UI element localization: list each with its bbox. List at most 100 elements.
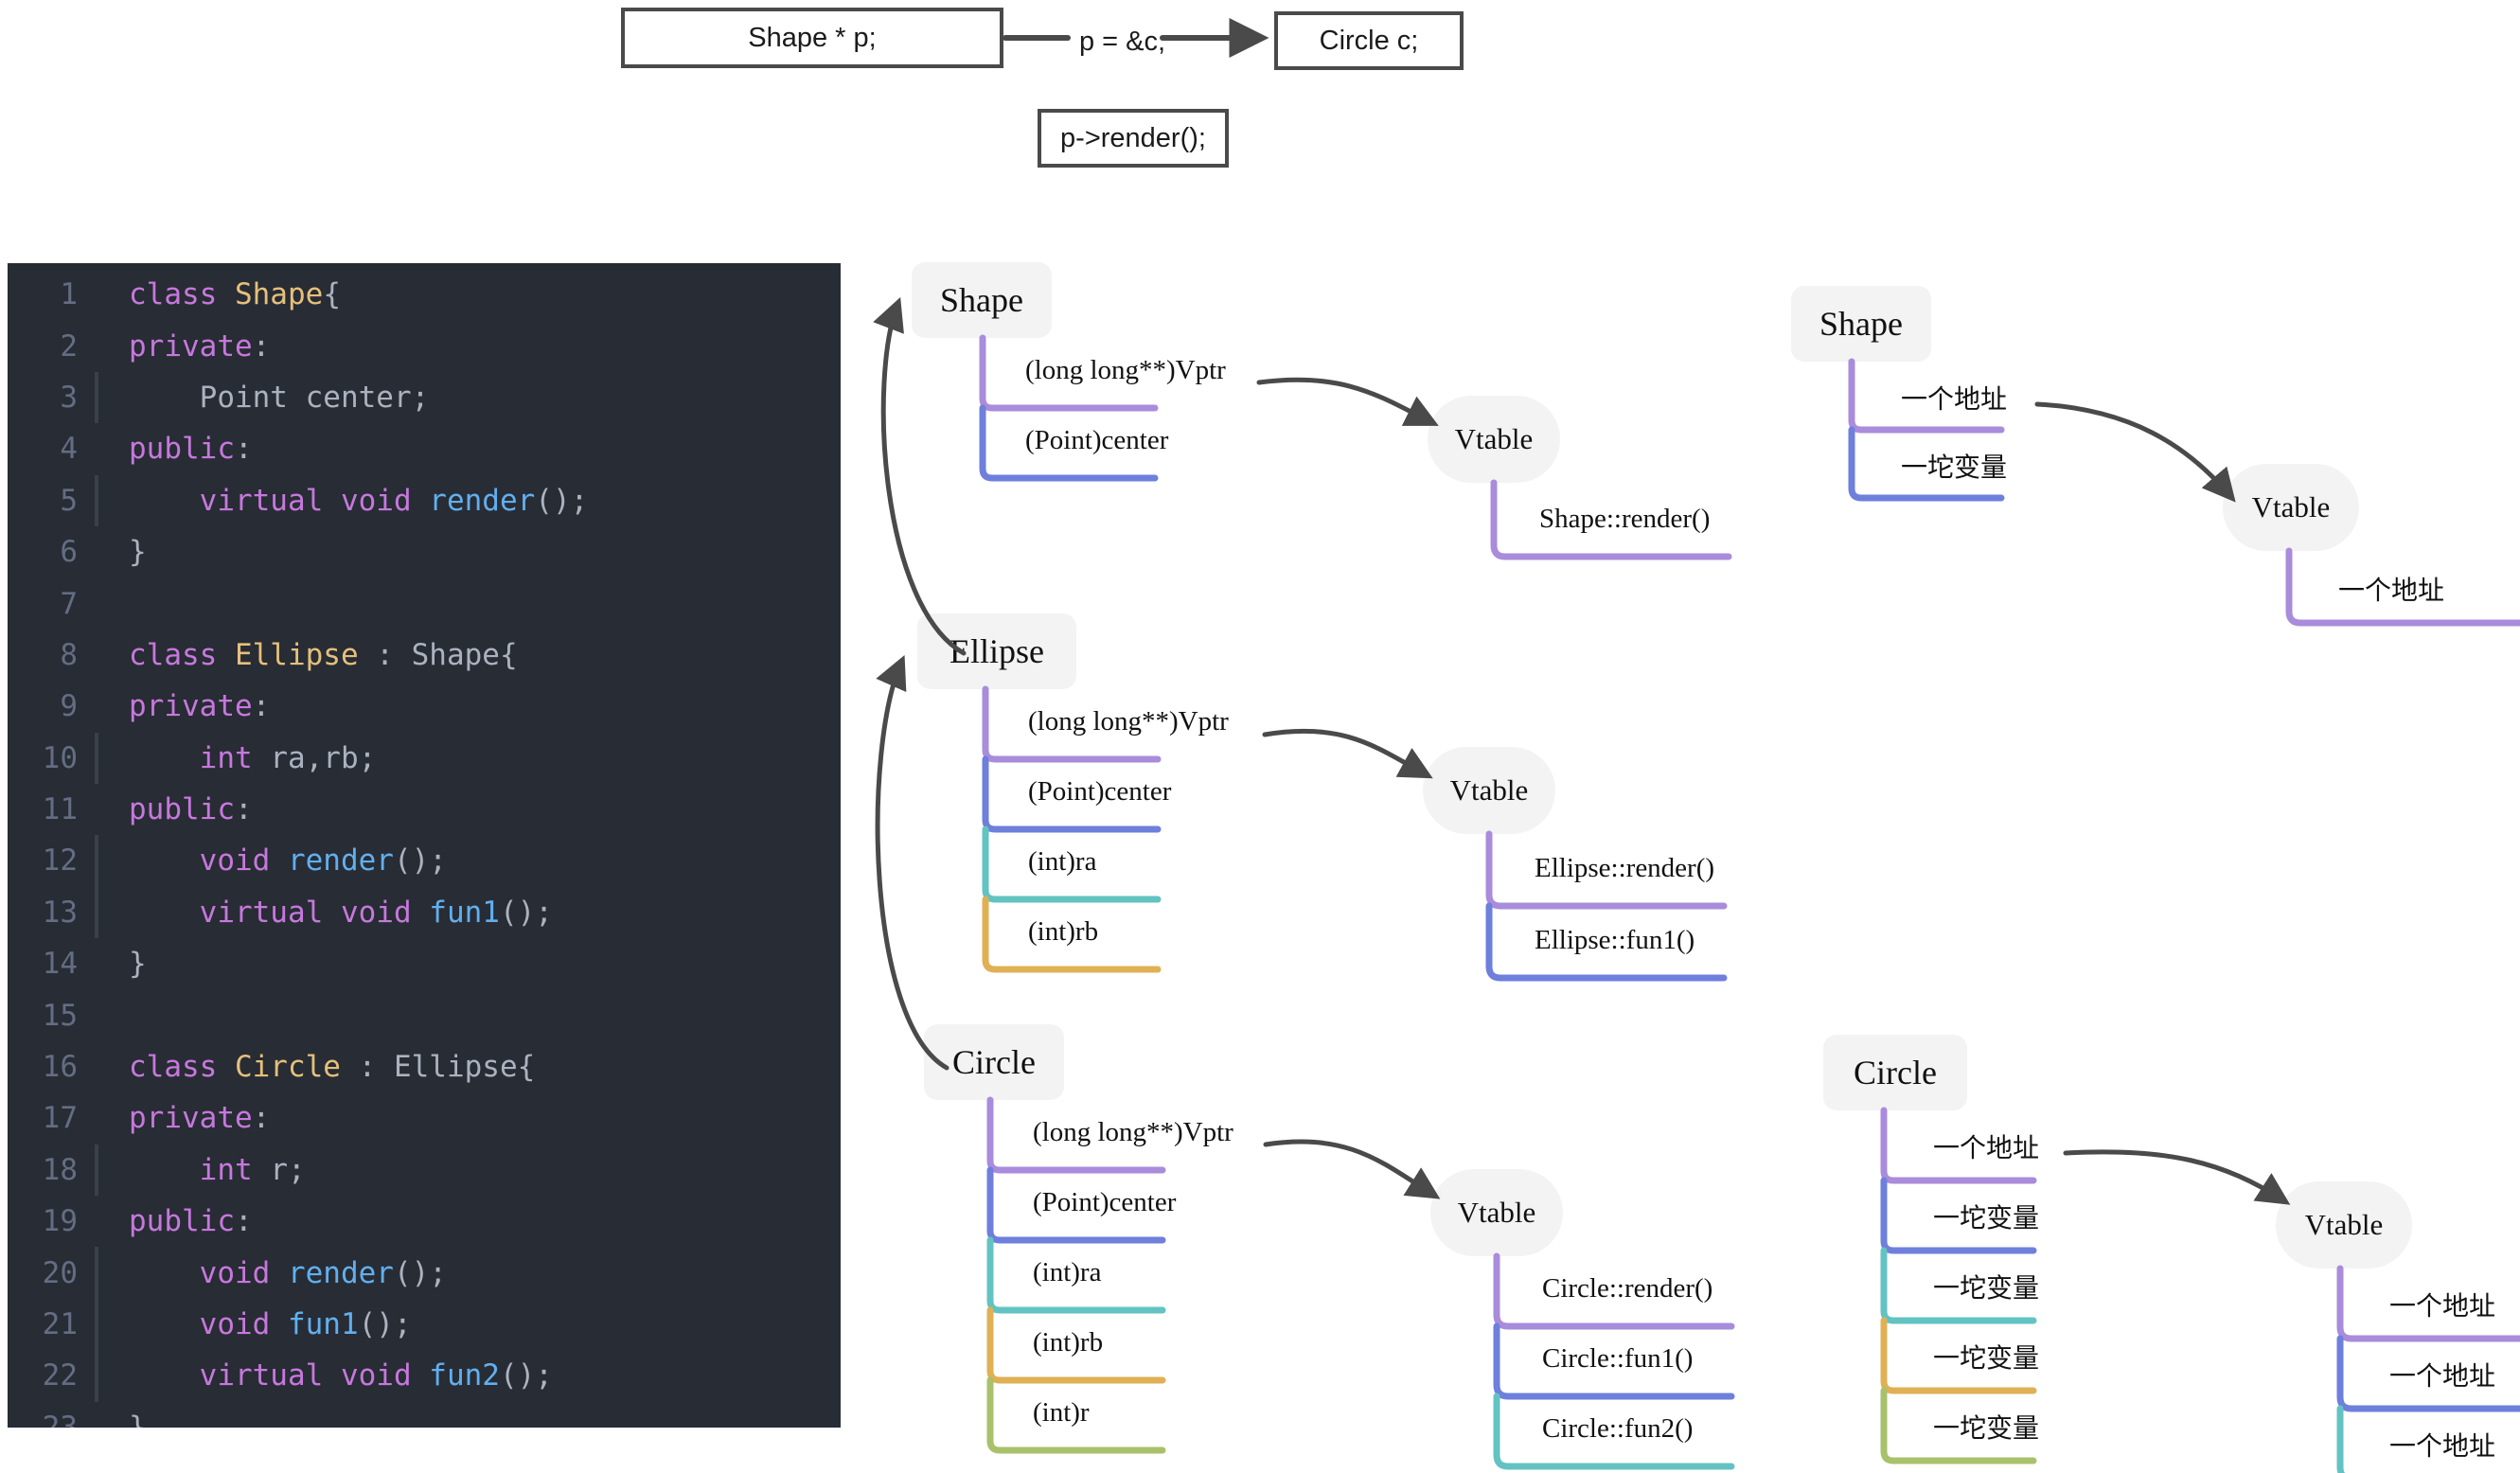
ellipse-mid-field-label-1: (Point)center — [1028, 776, 1172, 807]
node-circle-mid[interactable]: Circle — [924, 1024, 1064, 1100]
circle-mid-vtable-entry-label-1: Circle::fun1() — [1542, 1343, 1694, 1374]
code-line: 9 private: — [8, 681, 841, 732]
code-text: void render(); — [199, 1255, 447, 1290]
code-text: virtual void fun1(); — [199, 895, 553, 930]
vptr-arrow-shape-mid — [1256, 377, 1439, 426]
ellipse-mid-vtable-entry-label-0: Ellipse::render() — [1535, 853, 1715, 883]
circle-right-field-label-4: 一坨变量 — [1933, 1412, 2040, 1444]
line-number: 11 — [42, 792, 78, 827]
code-text: private: — [129, 1101, 271, 1136]
shape-mid-field-label-0: (long long**)Vptr — [1025, 355, 1226, 385]
code-line: 1 class Shape{ — [8, 269, 841, 320]
line-number: 8 — [60, 637, 78, 672]
render-call-label: p->render(); — [1060, 122, 1206, 153]
circle-mid-vtable-entry-label-0: Circle::render() — [1542, 1273, 1713, 1304]
code-text: class Shape{ — [129, 277, 341, 312]
shape-pointer-label: Shape * p; — [748, 22, 877, 53]
line-number: 21 — [42, 1307, 78, 1341]
vptr-arrow-shape-right — [2034, 401, 2236, 503]
circle-right-field-label-1: 一坨变量 — [1933, 1202, 2040, 1233]
code-text: class Ellipse : Shape{ — [129, 637, 518, 672]
line-number: 15 — [42, 998, 78, 1033]
code-text: private: — [129, 328, 271, 364]
line-number: 10 — [42, 740, 78, 775]
shape-pointer-box: Shape * p; — [621, 8, 1003, 68]
code-line: 15 — [8, 989, 841, 1040]
vtable-circle-right[interactable]: Vtable — [2276, 1181, 2412, 1269]
code-line: 16 class Circle : Ellipse{ — [8, 1041, 841, 1092]
node-circle-right-label: Circle — [1854, 1054, 1937, 1091]
code-line: 21 void fun1(); — [8, 1298, 841, 1351]
vtable-ellipse-mid[interactable]: Vtable — [1423, 747, 1555, 834]
code-text: int r; — [199, 1152, 306, 1187]
code-text: public: — [129, 1204, 253, 1239]
code-text: void fun1(); — [199, 1307, 412, 1341]
code-text: } — [129, 1410, 147, 1428]
code-text: int ra,rb; — [199, 740, 377, 775]
node-ellipse-mid[interactable]: Ellipse — [917, 613, 1076, 689]
code-line: 3 Point center; — [8, 371, 841, 424]
vtable-circle-mid-label: Vtable — [1457, 1196, 1536, 1229]
vtable-shape-mid[interactable]: Vtable — [1428, 396, 1560, 483]
code-line: 4 public: — [8, 423, 841, 474]
node-shape-mid[interactable]: Shape — [912, 262, 1052, 338]
line-number: 22 — [42, 1358, 78, 1393]
circle-right-vtable-entry-label-1: 一个地址 — [2389, 1360, 2496, 1392]
vtable-ellipse-mid-label: Vtable — [1449, 773, 1529, 807]
vptr-arrow-circle-right — [2063, 1149, 2291, 1205]
code-line: 7 — [8, 577, 841, 629]
node-shape-right[interactable]: Shape — [1791, 286, 1931, 362]
circle-right-field-label-3: 一坨变量 — [1933, 1342, 2040, 1374]
code-line: 12 void render(); — [8, 835, 841, 887]
shape-mid-field-label-1: (Point)center — [1025, 425, 1169, 455]
line-number: 9 — [60, 689, 78, 724]
circle-right-field-label-0: 一个地址 — [1933, 1132, 2040, 1163]
vtable-shape-right-label: Vtable — [2251, 490, 2331, 524]
render-call-box: p->render(); — [1038, 109, 1229, 168]
vtable-circle-mid[interactable]: Vtable — [1430, 1169, 1563, 1256]
code-line: 6} — [8, 526, 841, 577]
ellipse-mid-field-label-2: (int)ra — [1028, 846, 1097, 877]
code-line: 8 class Ellipse : Shape{ — [8, 630, 841, 681]
node-ellipse-mid-label: Ellipse — [949, 632, 1044, 670]
shape-right-field-label-0: 一个地址 — [1901, 383, 2008, 415]
code-line: 14} — [8, 938, 841, 989]
inherit-arrow-ellipse-shape — [873, 296, 967, 656]
code-lines: 1 class Shape{2 private: 3 Point center; 4 pu… — [8, 269, 841, 1428]
circle-mid-field-label-0: (long long**)Vptr — [1033, 1117, 1233, 1147]
code-line: 13 virtual void fun1(); — [8, 886, 841, 939]
node-shape-right-label: Shape — [1819, 305, 1903, 343]
line-number: 2 — [60, 328, 78, 364]
circle-object-box: Circle c; — [1274, 11, 1464, 70]
code-text: Point center; — [129, 380, 430, 415]
node-circle-mid-label: Circle — [952, 1043, 1036, 1081]
code-editor[interactable]: 1 class Shape{2 private: 3 Point center; 4 pu… — [8, 263, 841, 1428]
circle-mid-field-label-3: (int)rb — [1033, 1327, 1104, 1358]
node-circle-right[interactable]: Circle — [1823, 1035, 1967, 1110]
circle-right-vtable-entry-label-0: 一个地址 — [2389, 1290, 2496, 1322]
ellipse-mid-vtable-entry-label-1: Ellipse::fun1() — [1535, 925, 1695, 955]
vtable-circle-right-label: Vtable — [2304, 1208, 2384, 1241]
vtable-shape-mid-label: Vtable — [1454, 422, 1534, 455]
line-number: 18 — [42, 1152, 78, 1187]
vtable-shape-right[interactable]: Vtable — [2223, 464, 2359, 551]
shape-mid-vtable-entry-label-0: Shape::render() — [1539, 504, 1711, 534]
code-text: private: — [129, 689, 271, 724]
circle-mid-field-label-2: (int)ra — [1033, 1257, 1102, 1287]
circle-mid-field-label-1: (Point)center — [1033, 1187, 1177, 1217]
circle-right-vtable-entry-label-2: 一个地址 — [2389, 1430, 2496, 1462]
code-text: } — [129, 535, 147, 570]
code-line: 22 virtual void fun2(); — [8, 1350, 841, 1402]
inherit-arrow-circle-ellipse — [875, 654, 949, 1071]
line-number: 6 — [60, 535, 78, 570]
line-number: 3 — [60, 380, 78, 415]
circle-mid-field-label-4: (int)r — [1033, 1397, 1090, 1428]
assignment-label: p = &c; — [1079, 27, 1166, 57]
code-line: 5 virtual void render(); — [8, 474, 841, 526]
circle-object-label: Circle c; — [1319, 25, 1419, 56]
code-line: 17 private: — [8, 1092, 841, 1144]
line-number: 14 — [42, 947, 78, 982]
code-text: void render(); — [199, 843, 447, 878]
line-number: 5 — [60, 483, 78, 518]
vptr-arrow-ellipse-mid — [1262, 728, 1433, 779]
